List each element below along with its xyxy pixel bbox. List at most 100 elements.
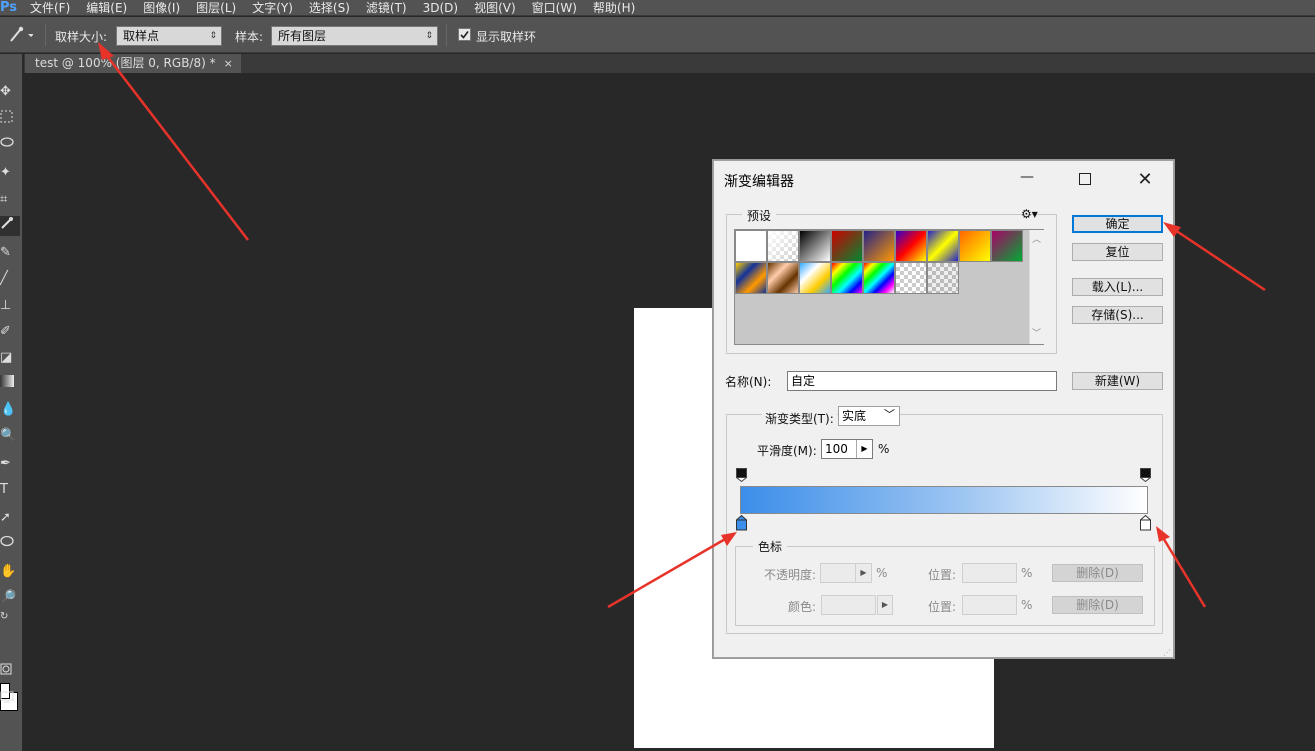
smoothness-percent: % [878,442,890,456]
document-tab[interactable]: test @ 100% (图层 0, RGB/8) * × [25,54,241,73]
save-button[interactable]: 存储(S)... [1072,306,1163,324]
close-icon[interactable]: ✕ [1130,169,1160,191]
preset-scrollbar[interactable]: ︿ ﹀ [1029,230,1044,344]
preset-swatch[interactable] [799,262,831,294]
stepper-arrow-icon[interactable]: ▶ [856,440,872,458]
eyedropper-tool-icon[interactable] [0,216,20,236]
menu-edit[interactable]: 编辑(E) [86,2,127,14]
scroll-up-icon[interactable]: ︿ [1032,232,1041,245]
dodge-tool-icon[interactable]: 🔍 [0,426,20,446]
zoom-tool-icon[interactable]: 🔎 [0,588,20,608]
eraser-tool-icon[interactable]: ◪ [0,348,20,368]
swap-colors-icon[interactable]: ↻ [0,607,20,627]
preset-swatches: ︿ ﹀ [734,229,1044,345]
preset-swatch[interactable] [895,230,927,262]
preset-swatch[interactable] [767,262,799,294]
eyedropper-preset-icon[interactable] [7,26,34,44]
opacity-location-percent: % [1021,566,1033,580]
preset-swatch[interactable] [863,230,895,262]
opacity-location-input[interactable] [962,563,1017,583]
opacity-stop-right[interactable] [1139,468,1152,483]
stepper-arrow-icon[interactable]: ▶ [855,564,871,582]
pen-tool-icon[interactable]: ✒ [0,454,20,474]
opacity-input[interactable]: ▶ [820,563,872,583]
color-stop-right[interactable] [1139,514,1152,531]
arrow-to-ok-button [1163,222,1266,292]
lasso-tool-icon[interactable] [0,136,20,156]
menu-filter[interactable]: 滤镜(T) [366,2,407,14]
smoothness-input[interactable]: 100 ▶ [821,439,873,459]
hand-tool-icon[interactable]: ✋ [0,562,20,582]
preset-swatch[interactable] [863,262,895,294]
crop-tool-icon[interactable]: ⌗ [0,190,20,210]
quick-mask-icon[interactable] [0,662,20,682]
show-ring-checkbox[interactable] [458,28,471,41]
separator [45,24,46,46]
preset-swatch[interactable] [959,230,991,262]
color-location-input[interactable] [962,595,1017,615]
magic-wand-tool-icon[interactable]: ✦ [0,163,20,183]
delete-opacity-stop-button[interactable]: 删除(D) [1052,564,1143,582]
blur-tool-icon[interactable]: 💧 [0,400,20,420]
preset-swatch[interactable] [991,230,1023,262]
gradient-type-select[interactable]: 实底 ﹀ [838,406,900,426]
minimize-icon[interactable]: — [1012,169,1042,191]
menu-help[interactable]: 帮助(H) [593,2,635,14]
reset-button[interactable]: 复位 [1072,243,1163,261]
path-selection-tool-icon[interactable]: ➚ [0,508,20,528]
shape-tool-icon[interactable] [0,534,20,554]
close-tab-icon[interactable]: × [224,57,233,70]
screen-mode-icon[interactable] [0,690,20,710]
new-button[interactable]: 新建(W) [1072,372,1163,390]
marquee-tool-icon[interactable] [0,110,20,130]
preset-swatch[interactable] [735,230,767,262]
maximize-icon[interactable] [1070,169,1100,191]
color-stop-left[interactable] [735,514,748,531]
sample-size-label: 取样大小: [55,30,108,44]
presets-label: 预设 [742,207,777,224]
tools-panel: ✥ ✦ ⌗ ✎ ╱ ⊥ ✐ ◪ 💧 🔍 ✒ T ➚ ✋ 🔎 ↻ [0,54,23,751]
color-label: 颜色: [788,600,817,614]
opacity-stop-left[interactable] [735,468,748,483]
scroll-down-icon[interactable]: ﹀ [1032,326,1041,339]
history-brush-tool-icon[interactable]: ✐ [0,322,20,342]
document-tab-title: test @ 100% (图层 0, RGB/8) * [35,56,216,70]
preset-swatch[interactable] [927,262,959,294]
resize-grip-icon[interactable]: ⋰ [1163,648,1171,657]
load-button[interactable]: 载入(L)... [1072,278,1163,296]
menu-file[interactable]: 文件(F) [30,2,70,14]
delete-color-stop-button[interactable]: 删除(D) [1052,596,1143,614]
preset-swatch[interactable] [895,262,927,294]
color-location-label: 位置: [928,600,957,614]
menu-image[interactable]: 图像(I) [143,2,180,14]
gradient-type-label: 渐变类型(T): [762,410,837,427]
name-input[interactable]: 自定 [787,371,1057,391]
menu-3d[interactable]: 3D(D) [423,2,458,14]
presets-gear-icon[interactable]: ⚙▾ [1021,207,1038,221]
type-tool-icon[interactable]: T [0,480,20,500]
move-tool-icon[interactable]: ✥ [0,82,20,102]
clone-stamp-tool-icon[interactable]: ⊥ [0,296,20,316]
menu-view[interactable]: 视图(V) [474,2,516,14]
gradient-tool-icon[interactable] [0,374,20,394]
menu-select[interactable]: 选择(S) [309,2,350,14]
sample-size-select[interactable]: 取样点 ⇕ [116,26,222,46]
ok-button[interactable]: 确定 [1072,215,1163,233]
preset-swatch[interactable] [767,230,799,262]
preset-swatch[interactable] [799,230,831,262]
color-swatch-field[interactable] [821,595,876,615]
gradient-preview-bar[interactable] [740,486,1148,514]
preset-swatch[interactable] [735,262,767,294]
sample-select[interactable]: 所有图层 ⇕ [271,26,438,46]
healing-brush-tool-icon[interactable]: ✎ [0,243,20,263]
brush-tool-icon[interactable]: ╱ [0,269,20,289]
chevron-down-icon: ﹀ [884,408,895,421]
menu-layer[interactable]: 图层(L) [196,2,236,14]
menu-type[interactable]: 文字(Y) [252,2,293,14]
color-menu-arrow-icon[interactable]: ▶ [877,595,893,615]
preset-swatch[interactable] [831,262,863,294]
smoothness-value: 100 [825,442,848,456]
menu-window[interactable]: 窗口(W) [532,2,577,14]
preset-swatch[interactable] [927,230,959,262]
preset-swatch[interactable] [831,230,863,262]
